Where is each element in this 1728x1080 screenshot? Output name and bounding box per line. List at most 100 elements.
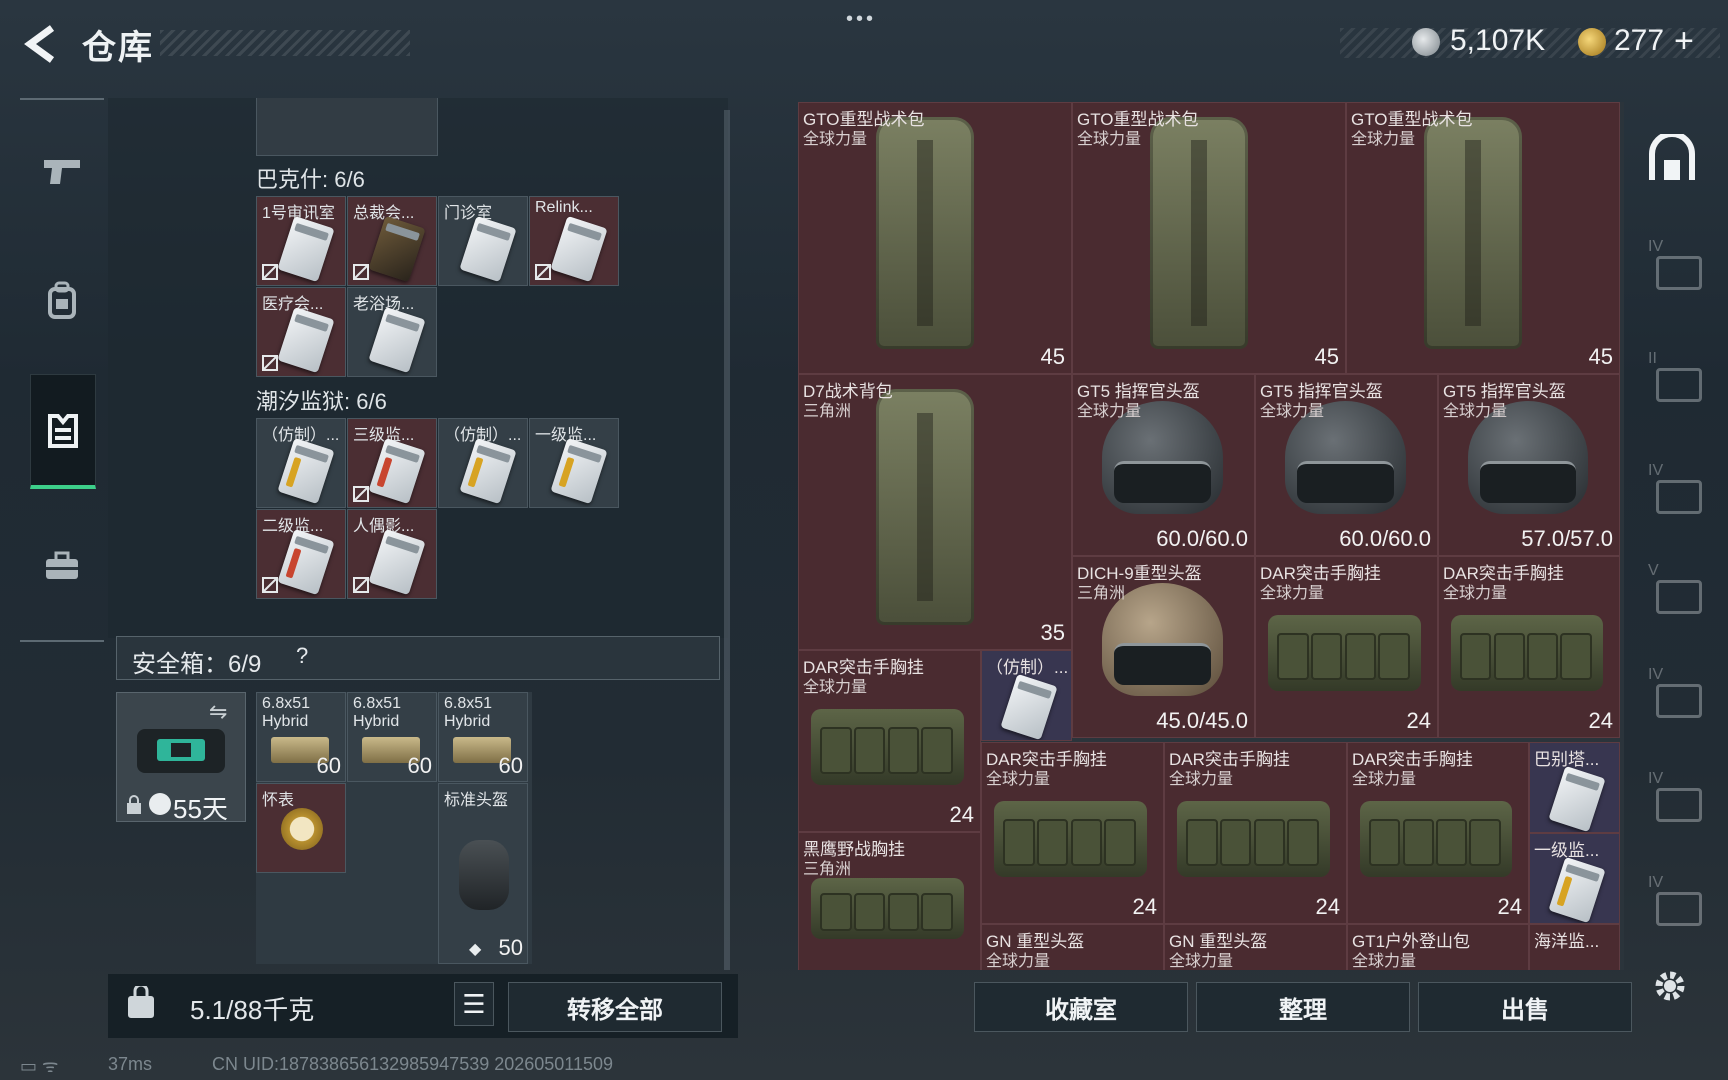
stash-item[interactable]: GT5 指挥官头盔 全球力量 60.0/60.0 [1255, 374, 1438, 556]
safe-box-container[interactable]: ⇋ 55天 [116, 692, 246, 824]
weight-value: 5.1/88千克 [190, 995, 315, 1025]
stash-tab[interactable]: IV [1648, 462, 1708, 522]
stash-tab[interactable]: IV [1648, 238, 1708, 298]
keycard-slot[interactable]: 1号审讯室 [256, 196, 346, 286]
item-name: 海洋监... [1534, 932, 1600, 951]
stash-item[interactable]: DAR突击手胸挂 全球力量 24 [1347, 742, 1529, 924]
help-icon[interactable]: ? [296, 643, 308, 669]
keycard-slot[interactable]: 三级监... [347, 418, 437, 508]
backpack-item-icon [875, 117, 975, 349]
stash-item[interactable]: 一级监... [1529, 833, 1620, 924]
scrollbar[interactable] [724, 110, 730, 970]
item-name: 6.8x51 [444, 695, 493, 712]
helmet-visor [1114, 461, 1211, 503]
keycard-slot[interactable]: 人偶影... [347, 509, 437, 599]
stash-item[interactable]: 海洋监... [1529, 924, 1620, 970]
no-trade-icon [262, 355, 278, 371]
rig-pouch [921, 727, 953, 775]
item-subname: Hybrid [262, 713, 309, 730]
tab-weapons[interactable] [30, 116, 94, 226]
item-name: （仿制）... [986, 658, 1069, 677]
item-brand: 全球力量 [1077, 131, 1142, 148]
transfer-all-button[interactable]: 转移全部 [508, 982, 722, 1032]
stash-tab[interactable]: IV [1648, 770, 1708, 830]
list-view-icon[interactable]: ☰ [454, 982, 494, 1026]
stash-tab-label: IV [1648, 666, 1664, 683]
keycard-slot[interactable]: 一级监... [529, 418, 619, 508]
stash-item[interactable]: （仿制）... [981, 650, 1072, 741]
rig-pouch [853, 892, 886, 932]
rig-pouch [1469, 819, 1501, 867]
ammo-slot[interactable]: 6.8x51 Hybrid 60 [347, 692, 437, 782]
keycard-icon [277, 437, 335, 505]
stash-item[interactable]: 黑鹰野战胸挂 三角洲 [798, 832, 981, 970]
tab-gear[interactable] [30, 374, 96, 489]
collection-room-button[interactable]: 收藏室 [974, 982, 1188, 1032]
keycard-slot[interactable]: 总裁会... [347, 196, 437, 286]
item-brand: 全球力量 [803, 679, 868, 696]
item-value: 24 [949, 802, 974, 827]
item-brand: 全球力量 [986, 953, 1051, 970]
no-trade-icon [262, 264, 278, 280]
armor-vest-icon [48, 414, 78, 448]
keycard-slot[interactable]: （仿制）... [256, 418, 346, 508]
stash-item[interactable]: DAR突击手胸挂 全球力量 24 [981, 742, 1164, 924]
item-brand: 全球力量 [1443, 403, 1508, 420]
stash-item[interactable]: GT5 指挥官头盔 全球力量 60.0/60.0 [1072, 374, 1255, 556]
stash-item[interactable]: DAR突击手胸挂 全球力量 24 [1438, 556, 1620, 738]
empty-slot[interactable] [256, 98, 438, 156]
bag-strap [917, 412, 933, 602]
stash-item[interactable]: GTO重型战术包 全球力量 45 [798, 102, 1072, 374]
stash-item[interactable]: DAR突击手胸挂 全球力量 24 [798, 650, 981, 832]
stash-item[interactable]: GT5 指挥官头盔 全球力量 57.0/57.0 [1438, 374, 1620, 556]
stash-item[interactable]: DICH-9重型头盔 三角洲 45.0/45.0 [1072, 556, 1255, 738]
helmet-slot[interactable]: 标准头盔 ◆ 50 [438, 783, 528, 964]
sell-button[interactable]: 出售 [1418, 982, 1632, 1032]
item-value: 24 [1315, 894, 1340, 919]
stash-tab[interactable]: IV [1648, 874, 1708, 934]
item-count: 60 [407, 753, 432, 778]
swap-icon[interactable]: ⇋ [209, 699, 227, 725]
stash-item[interactable]: GT1户外登山包 全球力量 [1347, 924, 1529, 970]
card-stripe [285, 456, 302, 488]
keycard-slot[interactable]: 医疗会... [256, 287, 346, 377]
card-band [385, 313, 420, 332]
stash-tab[interactable]: II [1648, 350, 1708, 410]
keycard-icon [1000, 673, 1058, 740]
stash-item[interactable]: GTO重型战术包 全球力量 45 [1346, 102, 1620, 374]
keycard-slot[interactable]: 老浴场... [347, 287, 437, 377]
stash-item[interactable]: D7战术背包 三角洲 35 [798, 374, 1072, 650]
organize-button[interactable]: 整理 [1196, 982, 1410, 1032]
stash-item[interactable]: DAR突击手胸挂 全球力量 24 [1164, 742, 1347, 924]
storage-home-icon[interactable] [1648, 134, 1696, 184]
safe-box-icon [137, 729, 225, 773]
stash-tab[interactable]: V [1648, 562, 1708, 622]
card-stripe [1556, 875, 1573, 907]
no-trade-icon [262, 577, 278, 593]
ammo-slot[interactable]: 6.8x51 Hybrid 60 [256, 692, 346, 782]
stash-item[interactable]: GTO重型战术包 全球力量 45 [1072, 102, 1346, 374]
back-arrow-icon[interactable] [20, 22, 60, 66]
stash-item[interactable]: GN 重型头盔 全球力量 [1164, 924, 1347, 970]
item-name: 标准头盔 [444, 792, 509, 809]
tab-toolbox[interactable] [30, 512, 94, 622]
keycard-slot[interactable]: 门诊室 [438, 196, 528, 286]
stash-item[interactable]: GN 重型头盔 全球力量 [981, 924, 1164, 970]
keycard-icon [368, 215, 426, 283]
bag-strap [1465, 140, 1481, 326]
stash-tab[interactable]: IV [1648, 666, 1708, 726]
item-brand: 全球力量 [1169, 953, 1234, 970]
more-menu-icon[interactable]: ••• [846, 8, 876, 31]
ammo-slot[interactable]: 6.8x51 Hybrid 60 [438, 692, 528, 782]
stash-item[interactable]: DAR突击手胸挂 全球力量 24 [1255, 556, 1438, 738]
stash-item[interactable]: 巴别塔... [1529, 742, 1620, 833]
keycard-slot[interactable]: （仿制）... [438, 418, 528, 508]
keycard-slot[interactable]: Relink... [529, 196, 619, 286]
tab-backpack[interactable] [30, 246, 94, 356]
item-value: 35 [1040, 620, 1065, 645]
settings-gear-icon[interactable] [1650, 966, 1690, 1006]
keycard-slot[interactable]: 二级监... [256, 509, 346, 599]
stash-tab-label: IV [1648, 770, 1664, 787]
pocket-watch-slot[interactable]: 怀表 [256, 783, 346, 873]
add-currency-button[interactable]: + [1674, 22, 1694, 61]
